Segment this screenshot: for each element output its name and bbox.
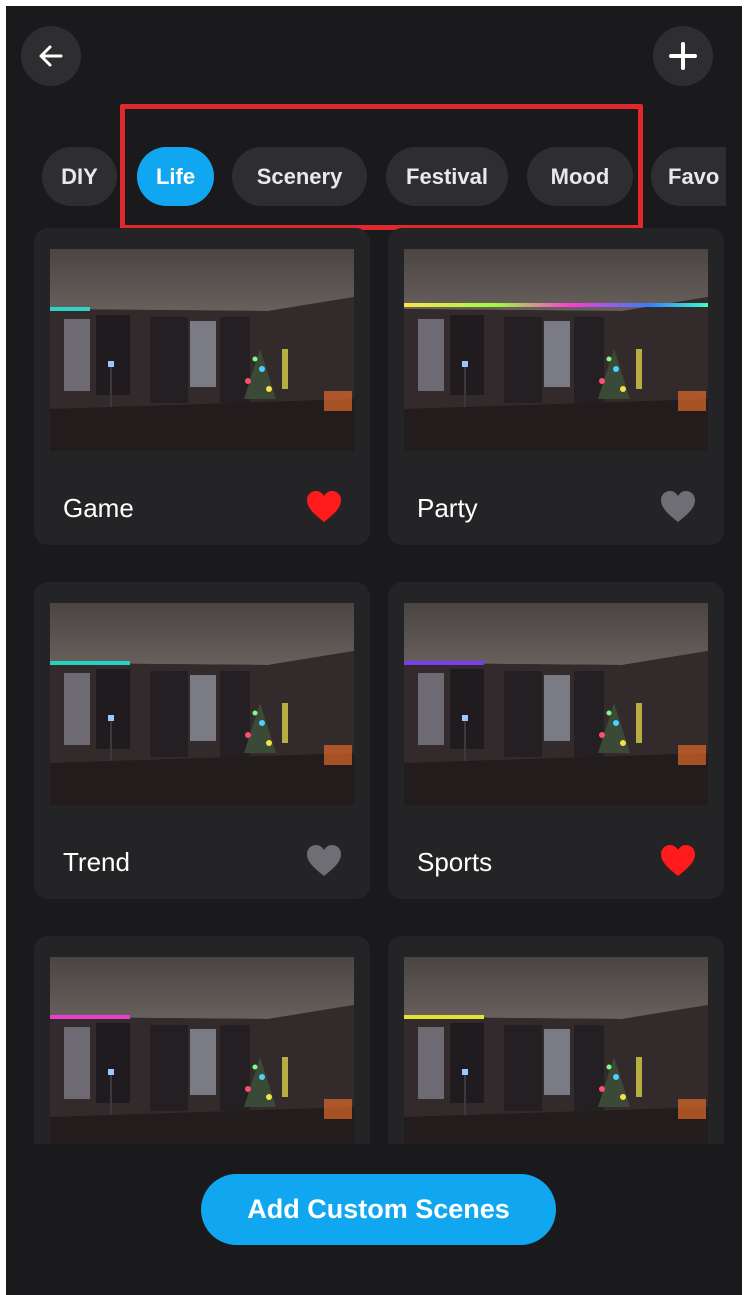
back-button[interactable] (21, 26, 81, 86)
add-custom-scenes-button[interactable]: Add Custom Scenes (201, 1174, 556, 1245)
arrow-left-icon (39, 45, 63, 67)
scenes-screen: DIY Life Scenery Festival Mood Favo Game… (6, 6, 742, 1295)
scene-card[interactable]: Trend (34, 582, 370, 899)
favorite-heart-icon[interactable] (306, 490, 342, 524)
scene-thumbnail (50, 249, 354, 451)
scene-card[interactable]: Sports (388, 582, 724, 899)
scene-thumbnail (50, 603, 354, 805)
scene-thumbnail (404, 603, 708, 805)
favorite-heart-icon[interactable] (660, 844, 696, 878)
light-strip (404, 303, 708, 307)
tab-diy[interactable]: DIY (42, 147, 117, 206)
light-strip (50, 661, 130, 665)
scene-name: Trend (63, 847, 130, 877)
scene-name: Game (63, 493, 134, 523)
scene-thumbnail (50, 957, 354, 1159)
scene-thumbnail (404, 957, 708, 1159)
light-strip (404, 1015, 484, 1019)
plus-icon (669, 42, 697, 70)
scene-name: Party (417, 493, 478, 523)
scene-name: Sports (417, 847, 493, 877)
light-strip (50, 1015, 130, 1019)
add-button[interactable] (653, 26, 713, 86)
scene-card[interactable]: Party (388, 228, 724, 545)
light-strip (404, 661, 484, 665)
light-strip (50, 307, 90, 311)
scene-card[interactable]: Game (34, 228, 370, 545)
favorite-heart-icon[interactable] (660, 490, 696, 524)
tab-favorites[interactable]: Favo (651, 147, 726, 206)
scene-card[interactable] (34, 936, 370, 1176)
scene-card[interactable] (388, 936, 724, 1176)
favorite-heart-icon[interactable] (306, 844, 342, 878)
scene-thumbnail (404, 249, 708, 451)
highlight-box (120, 104, 643, 230)
